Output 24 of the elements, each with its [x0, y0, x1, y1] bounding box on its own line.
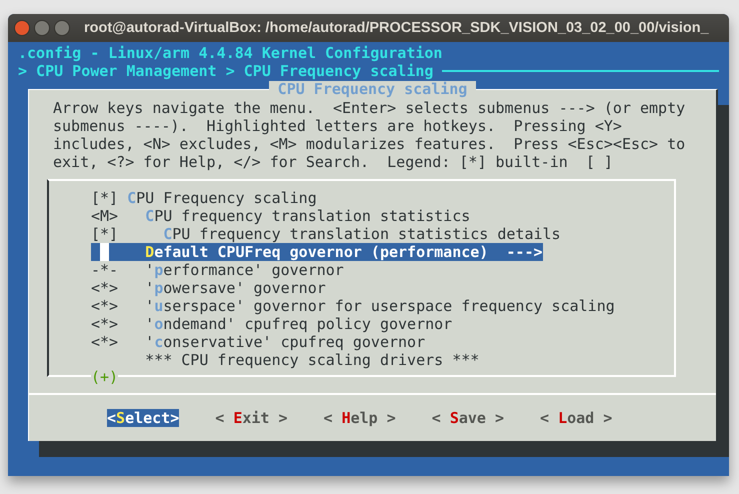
dialog-button[interactable]: <Select> [107, 409, 180, 427]
dialog-button[interactable]: < Help > [324, 409, 396, 427]
menu-item[interactable]: <*> 'userspace' governor for userspace frequency scaling [91, 297, 615, 315]
config-title: .config - Linux/arm 4.4.84 Kernel Configuration [18, 44, 444, 62]
menu-item[interactable]: <*> 'conservative' cpufreq governor [91, 333, 426, 351]
window-title: root@autorad-VirtualBox: /home/autorad/PROCESSOR_SDK_VISION_03_02_00_00/vision_ [84, 20, 709, 36]
dialog-title: CPU Frequency scaling [268, 81, 476, 97]
help-text: Arrow keys navigate the menu. <Enter> selects submenus ---> (or empty submenus ----). Highlighted letters are hotkeys. Pressing <Y> includes, <N> excludes, <M> modularizes features. Press <Esc><Esc> to exit, <?> for Help, </> for Search. Legend: [*] built-in [ ] [53, 99, 686, 171]
dialog-button[interactable]: < Load > [540, 409, 612, 427]
minimize-button[interactable] [34, 20, 50, 36]
maximize-button[interactable] [54, 20, 70, 36]
dialog-button[interactable]: < Exit > [215, 409, 288, 427]
scroll-indicator: (+) [91, 368, 118, 386]
breadcrumb: > CPU Power Management > CPU Frequency scaling [18, 62, 434, 80]
dialog-button[interactable]: < Save > [432, 409, 504, 427]
menu-item[interactable]: <*> 'powersave' governor [91, 279, 326, 297]
close-button[interactable] [14, 20, 30, 36]
menu-item[interactable]: <*> 'ondemand' cpufreq policy governor [91, 315, 452, 333]
menu-item[interactable]: [*] CPU frequency translation statistics details [91, 225, 561, 243]
menu-item[interactable]: *** CPU frequency scaling drivers *** [91, 351, 480, 369]
menu-item[interactable]: Default CPUFreq governor (performance) ---> [91, 243, 543, 261]
menu-item[interactable]: <M> CPU frequency translation statistics [91, 207, 470, 225]
menu-item[interactable]: [*] CPU Frequency scaling [91, 189, 317, 207]
menu-item[interactable]: -*- 'performance' governor [91, 261, 344, 279]
